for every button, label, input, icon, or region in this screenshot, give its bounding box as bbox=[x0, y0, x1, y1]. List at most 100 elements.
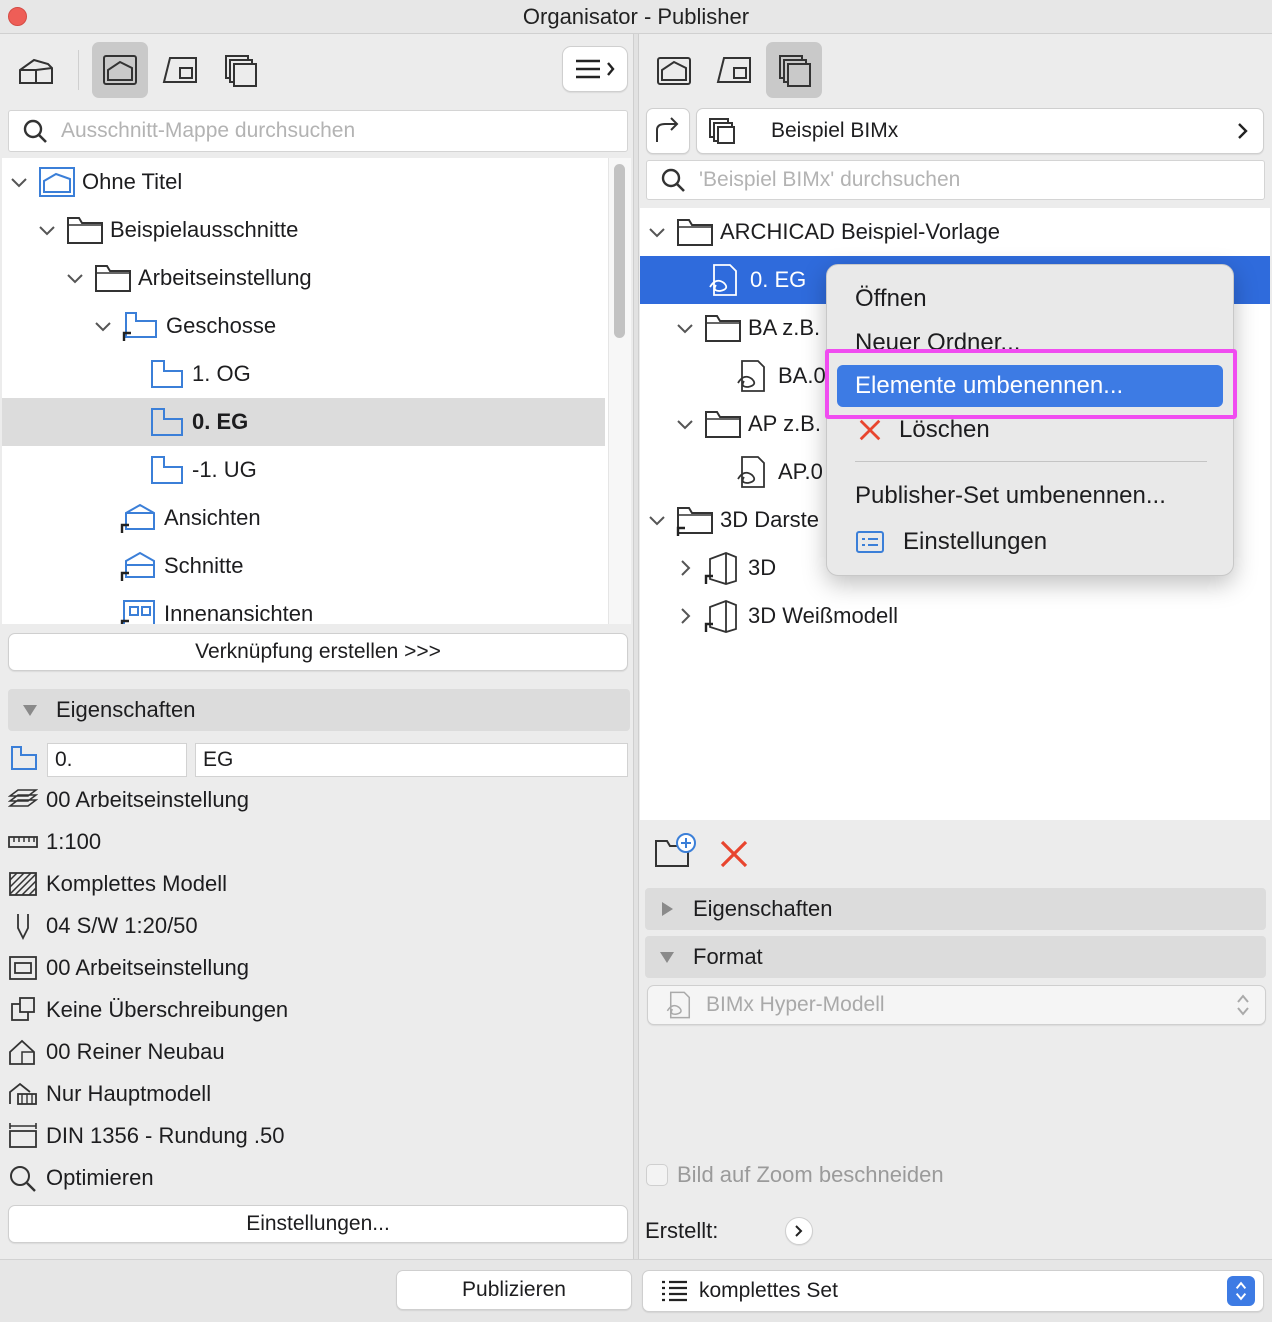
delete-button[interactable] bbox=[718, 838, 750, 870]
new-folder-button[interactable] bbox=[654, 832, 698, 870]
publisher-set-selector[interactable]: Beispiel BIMx bbox=[696, 108, 1264, 154]
format-section-header[interactable]: Format bbox=[645, 936, 1266, 978]
chevron-right-icon bbox=[1238, 123, 1248, 139]
tree-item-label: Geschosse bbox=[166, 313, 277, 338]
tree-item-0-eg-selected[interactable]: 0. EG bbox=[2, 398, 605, 446]
dimension-icon bbox=[9, 1123, 37, 1148]
triangle-down-icon bbox=[23, 705, 37, 716]
updown-stepper[interactable] bbox=[1227, 1276, 1255, 1306]
publisher-sets-button[interactable] bbox=[212, 42, 268, 98]
property-design-options[interactable]: Nur Hauptmodell bbox=[8, 1074, 211, 1114]
create-link-button[interactable]: Verknüpfung erstellen >>> bbox=[8, 633, 628, 671]
property-zoom[interactable]: Optimieren bbox=[8, 1158, 154, 1198]
tree-item-label: BA z.B. bbox=[748, 315, 821, 340]
scale-icon bbox=[8, 836, 38, 848]
chevron-down-icon[interactable] bbox=[8, 171, 30, 193]
property-label: Keine Überschreibungen bbox=[46, 997, 289, 1022]
right-publisher-sets-button[interactable] bbox=[766, 42, 822, 98]
arrow-up-corner-icon bbox=[656, 117, 679, 142]
crop-label: Bild auf Zoom beschneiden bbox=[677, 1162, 944, 1187]
publish-button[interactable]: Publizieren bbox=[396, 1270, 632, 1310]
chevron-down-icon[interactable] bbox=[674, 413, 696, 435]
right-properties-section-header[interactable]: Eigenschaften bbox=[645, 888, 1266, 930]
chevron-down-icon[interactable] bbox=[646, 221, 668, 243]
3d-shortcut-icon bbox=[704, 552, 737, 585]
tree-item-1-og[interactable]: 1. OG bbox=[2, 350, 605, 398]
tree-item-schnitte[interactable]: Schnitte bbox=[2, 542, 605, 590]
floorplan-small-icon bbox=[11, 746, 37, 770]
navigator-options-button[interactable] bbox=[562, 46, 628, 92]
chevron-down-icon[interactable] bbox=[64, 267, 86, 289]
crop-checkbox[interactable] bbox=[646, 1164, 668, 1186]
design-options-icon bbox=[9, 1082, 37, 1105]
elevation-shortcut-icon bbox=[120, 503, 155, 533]
property-label: 00 Reiner Neubau bbox=[46, 1039, 225, 1064]
view-settings-button[interactable]: Einstellungen... bbox=[8, 1205, 628, 1243]
view-map-search[interactable]: Ausschnitt-Mappe durchsuchen bbox=[8, 110, 628, 152]
window-titlebar: Organisator - Publisher bbox=[0, 0, 1272, 34]
view-map-button[interactable] bbox=[92, 42, 148, 98]
project-map-button[interactable] bbox=[8, 42, 64, 98]
tree-item-beispielausschnitte[interactable]: Beispielausschnitte bbox=[2, 206, 605, 254]
property-layer-combination[interactable]: 00 Arbeitseinstellung bbox=[8, 780, 249, 820]
property-label: 00 Arbeitseinstellung bbox=[46, 787, 250, 812]
property-structure-display[interactable]: Komplettes Modell bbox=[8, 864, 227, 904]
triangle-right-icon bbox=[662, 902, 673, 916]
tree-item-label: ARCHICAD Beispiel-Vorlage bbox=[720, 219, 1000, 244]
layout-book-icon bbox=[162, 57, 197, 83]
view-map-tree: Ohne Titel Beispielausschnitte Arbeitsei… bbox=[2, 158, 631, 624]
tree-scrollbar-track[interactable] bbox=[608, 158, 631, 624]
graphic-override-icon bbox=[11, 997, 35, 1021]
chevron-down-icon[interactable] bbox=[674, 317, 696, 339]
menu-item-label: Löschen bbox=[899, 416, 990, 443]
menu-item-open[interactable]: Öffnen bbox=[837, 278, 1223, 320]
property-scale[interactable]: 1:100 bbox=[8, 822, 101, 862]
property-model-view[interactable]: 00 Arbeitseinstellung bbox=[8, 948, 249, 988]
close-window-button[interactable] bbox=[8, 7, 27, 26]
publisher-set-search[interactable]: 'Beispiel BIMx' durchsuchen bbox=[646, 160, 1265, 200]
property-label: Nur Hauptmodell bbox=[46, 1081, 212, 1106]
crop-to-zoom-option[interactable]: Bild auf Zoom beschneiden bbox=[646, 1162, 944, 1188]
property-dimension-standard[interactable]: DIN 1356 - Rundung .50 bbox=[8, 1116, 285, 1156]
view-name-field[interactable]: EG bbox=[195, 743, 628, 777]
section-title: Format bbox=[693, 944, 763, 969]
created-expand-button[interactable] bbox=[785, 1217, 813, 1245]
tree-item-archicad-beispiel-vorlage[interactable]: ARCHICAD Beispiel-Vorlage bbox=[640, 208, 1270, 256]
property-renovation-filter[interactable]: 00 Reiner Neubau bbox=[8, 1032, 225, 1072]
menu-separator bbox=[855, 461, 1207, 462]
chevron-down-icon[interactable] bbox=[36, 219, 58, 241]
tree-item-geschosse[interactable]: Geschosse bbox=[2, 302, 605, 350]
property-graphic-override[interactable]: Keine Überschreibungen bbox=[8, 990, 288, 1030]
tree-item-label: Beispielausschnitte bbox=[110, 217, 299, 242]
layout-book-button[interactable] bbox=[152, 42, 208, 98]
toolbar-separator bbox=[78, 50, 79, 90]
menu-item-rename-set[interactable]: Publisher-Set umbenennen... bbox=[837, 475, 1223, 517]
property-label: Komplettes Modell bbox=[46, 871, 227, 896]
tree-scrollbar-thumb[interactable] bbox=[614, 164, 625, 338]
properties-section-header[interactable]: Eigenschaften bbox=[8, 689, 630, 731]
right-layout-book-button[interactable] bbox=[706, 42, 762, 98]
tree-item-minus-1-ug[interactable]: -1. UG bbox=[2, 446, 605, 494]
chevron-right-icon[interactable] bbox=[674, 557, 696, 579]
structure-display-icon bbox=[9, 872, 37, 896]
property-pen-set[interactable]: 04 S/W 1:20/50 bbox=[8, 906, 198, 946]
publish-scope-select[interactable]: komplettes Set bbox=[642, 1270, 1264, 1312]
property-label: 1:100 bbox=[46, 829, 102, 854]
menu-item-settings[interactable]: Einstellungen bbox=[837, 521, 1223, 563]
tree-item-ansichten[interactable]: Ansichten bbox=[2, 494, 605, 542]
tree-item-label: Arbeitseinstellung bbox=[138, 265, 312, 290]
tree-item-3d-weissmodell[interactable]: 3D Weißmodell bbox=[640, 592, 1270, 640]
up-level-button[interactable] bbox=[646, 108, 690, 154]
tree-item-ohne-titel[interactable]: Ohne Titel bbox=[2, 158, 605, 206]
tree-item-innenansichten[interactable]: Innenansichten bbox=[2, 590, 605, 624]
tree-item-label: -1. UG bbox=[192, 457, 257, 482]
tree-item-arbeitseinstellung[interactable]: Arbeitseinstellung bbox=[2, 254, 605, 302]
chevron-right-icon[interactable] bbox=[674, 605, 696, 627]
property-label: Optimieren bbox=[46, 1165, 154, 1190]
chevron-down-icon[interactable] bbox=[646, 509, 668, 531]
chevron-down-icon[interactable] bbox=[92, 315, 114, 337]
pane-divider[interactable] bbox=[633, 34, 639, 1259]
view-id-field[interactable]: 0. bbox=[47, 743, 187, 777]
right-project-map-button[interactable] bbox=[646, 42, 702, 98]
format-select[interactable]: BIMx Hyper-Modell bbox=[647, 985, 1266, 1025]
